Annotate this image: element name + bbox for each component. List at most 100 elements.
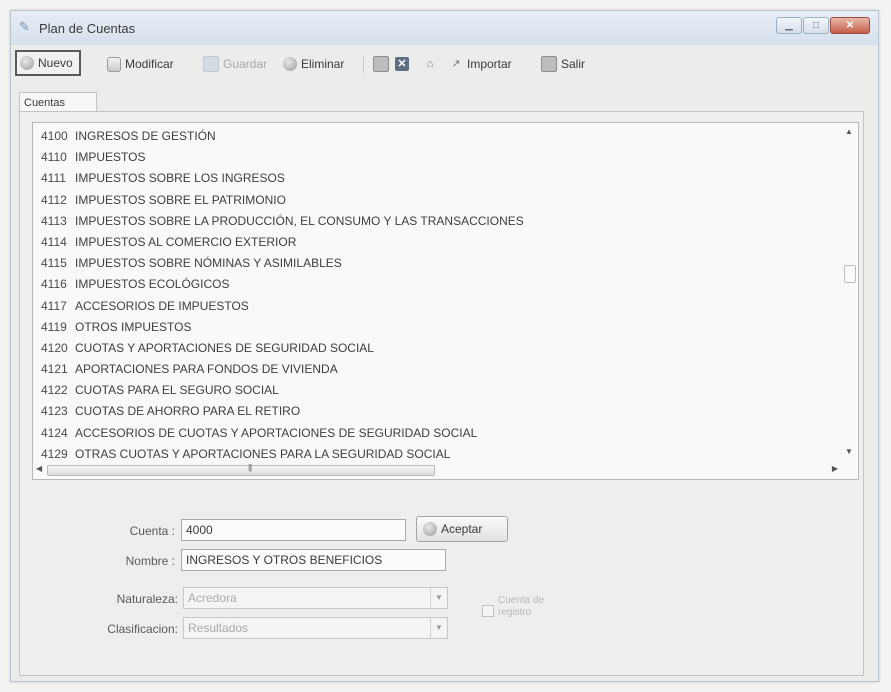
window-title: Plan de Cuentas [39,21,136,36]
edit-icon [107,56,121,72]
lock-button[interactable]: ⌂ [423,53,441,75]
nombre-label: Nombre : [125,554,175,568]
list-item[interactable]: 4121 APORTACIONES PARA FONDOS DE VIVIENDA [41,359,838,380]
account-name: ACCESORIOS DE CUOTAS Y APORTACIONES DE S… [75,425,478,440]
eliminar-button[interactable]: Eliminar [283,53,344,75]
app-icon: ✎ [19,19,30,34]
account-name: IMPUESTOS [75,150,146,165]
scroll-up-icon[interactable]: ▲ [845,127,853,136]
horizontal-scroll-thumb[interactable]: ||| [47,463,435,476]
account-name: IMPUESTOS SOBRE NÓMINAS Y ASIMILABLES [75,256,342,271]
account-name: CUOTAS PARA EL SEGURO SOCIAL [75,383,279,398]
scroll-left-icon[interactable]: ◀ [36,464,42,473]
account-name: IMPUESTOS SOBRE LA PRODUCCIÓN, EL CONSUM… [75,213,524,228]
list-item[interactable]: 4111 IMPUESTOS SOBRE LOS INGRESOS [41,168,838,189]
account-code: 4113 [41,213,67,228]
maximize-button[interactable]: □ [803,17,829,34]
account-code: 4121 [41,362,68,377]
maximize-icon: □ [812,20,820,31]
excel-icon: ✕ [395,57,409,71]
horizontal-scrollbar[interactable]: ◀ ||| ▶ [33,462,858,479]
account-name: CUOTAS Y APORTACIONES DE SEGURIDAD SOCIA… [75,340,374,355]
account-name: IMPUESTOS SOBRE LOS INGRESOS [75,171,285,186]
aceptar-label: Aceptar [441,522,483,536]
aceptar-button[interactable]: Aceptar [416,516,508,542]
account-name: ACCESORIOS DE IMPUESTOS [75,298,249,313]
naturaleza-select[interactable]: Acredora ▼ [183,587,448,609]
scroll-right-icon[interactable]: ▶ [832,464,838,473]
modificar-label: Modificar [125,57,174,71]
account-code: 4110 [41,150,67,165]
scroll-down-icon[interactable]: ▼ [845,447,853,456]
account-name: OTROS IMPUESTOS [75,319,192,334]
vertical-scrollbar[interactable]: ▲ ▼ [841,123,858,463]
modificar-button[interactable]: Modificar [107,53,174,75]
nuevo-button[interactable]: Nuevo [15,50,81,76]
list-item[interactable]: 4122 CUOTAS PARA EL SEGURO SOCIAL [41,380,838,401]
tab-cuentas[interactable]: Cuentas [19,92,97,112]
exit-icon [541,56,557,72]
list-item[interactable]: 4117 ACCESORIOS DE IMPUESTOS [41,296,838,317]
list-item[interactable]: 4119 OTROS IMPUESTOS [41,317,838,338]
list-item[interactable]: 4110 IMPUESTOS [41,147,838,168]
guardar-label: Guardar [223,57,268,71]
list-item[interactable]: 4124 ACCESORIOS DE CUOTAS Y APORTACIONES … [41,423,838,444]
plan-de-cuentas-window: ✎ Plan de Cuentas ▁ □ ✕ Nuevo Modificar … [10,10,879,682]
clasificacion-value: Resultados [188,621,249,635]
account-code: 4124 [41,425,68,440]
accounts-rows: 4100 INGRESOS DE GESTIÓN 4110 IMPUESTOS 4111… [41,126,838,465]
account-code: 4112 [41,192,67,207]
toolbar: Nuevo Modificar Guardar Eliminar ✕ ⌂ ↗ I… [11,49,878,79]
minimize-icon: ▁ [785,20,793,31]
close-icon: ✕ [845,20,855,31]
account-name: IMPUESTOS SOBRE EL PATRIMONIO [75,192,286,207]
accept-icon [423,522,437,536]
new-icon [20,56,34,70]
importar-button[interactable]: ↗ Importar [449,53,511,75]
window-controls: ▁ □ ✕ [775,17,870,34]
list-item[interactable]: 4114 IMPUESTOS AL COMERCIO EXTERIOR [41,232,838,253]
account-name: IMPUESTOS ECOLÓGICOS [75,277,230,292]
list-item[interactable]: 4120 CUOTAS Y APORTACIONES DE SEGURIDAD S… [41,338,838,359]
salir-label: Salir [561,57,586,71]
account-name: IMPUESTOS AL COMERCIO EXTERIOR [75,234,297,249]
print-button[interactable] [373,53,393,75]
account-code: 4119 [41,319,67,334]
toolbar-separator [363,57,364,73]
account-code: 4114 [41,234,67,249]
account-code: 4100 [41,129,68,143]
account-code: 4120 [41,340,68,355]
account-code: 4117 [41,298,67,313]
list-item[interactable]: 4113 IMPUESTOS SOBRE LA PRODUCCIÓN, EL CO… [41,211,838,232]
excel-button[interactable]: ✕ [395,53,413,75]
cuenta-registro-label: Cuenta de registro [498,595,545,618]
save-icon [203,56,219,72]
account-name: CUOTAS DE AHORRO PARA EL RETIRO [75,404,301,419]
list-item[interactable]: 4112 IMPUESTOS SOBRE EL PATRIMONIO [41,190,838,211]
title-bar[interactable]: ✎ Plan de Cuentas ▁ □ ✕ [11,11,878,45]
chevron-down-icon: ▼ [430,618,447,638]
account-code: 4115 [41,256,67,271]
vertical-scroll-thumb[interactable] [844,265,856,283]
account-code: 4111 [41,171,66,186]
close-button[interactable]: ✕ [830,17,870,34]
delete-icon [283,57,297,71]
list-item[interactable]: 4116 IMPUESTOS ECOLÓGICOS [41,274,838,295]
minimize-button[interactable]: ▁ [776,17,802,34]
account-name: INGRESOS DE GESTIÓN [75,129,216,143]
nombre-input[interactable]: INGRESOS Y OTROS BENEFICIOS [181,549,446,571]
guardar-button[interactable]: Guardar [203,53,267,75]
salir-button[interactable]: Salir [541,53,585,75]
cuenta-input[interactable]: 4000 [181,519,406,541]
accounts-list[interactable]: 4100 INGRESOS DE GESTIÓN 4110 IMPUESTOS 4111… [32,122,859,480]
clasificacion-select[interactable]: Resultados ▼ [183,617,448,639]
cuenta-registro-checkbox[interactable] [482,605,494,617]
cuentas-panel: 4100 INGRESOS DE GESTIÓN 4110 IMPUESTOS 4111… [19,111,864,676]
list-item[interactable]: 4100 INGRESOS DE GESTIÓN [41,126,838,147]
account-name: APORTACIONES PARA FONDOS DE VIVIENDA [75,362,338,377]
account-code: 4123 [41,404,68,419]
list-item[interactable]: 4115 IMPUESTOS SOBRE NÓMINAS Y ASIMILABLE… [41,253,838,274]
list-item[interactable]: 4123 CUOTAS DE AHORRO PARA EL RETIRO [41,401,838,422]
cuenta-label: Cuenta : [129,524,175,538]
eliminar-label: Eliminar [301,57,345,71]
